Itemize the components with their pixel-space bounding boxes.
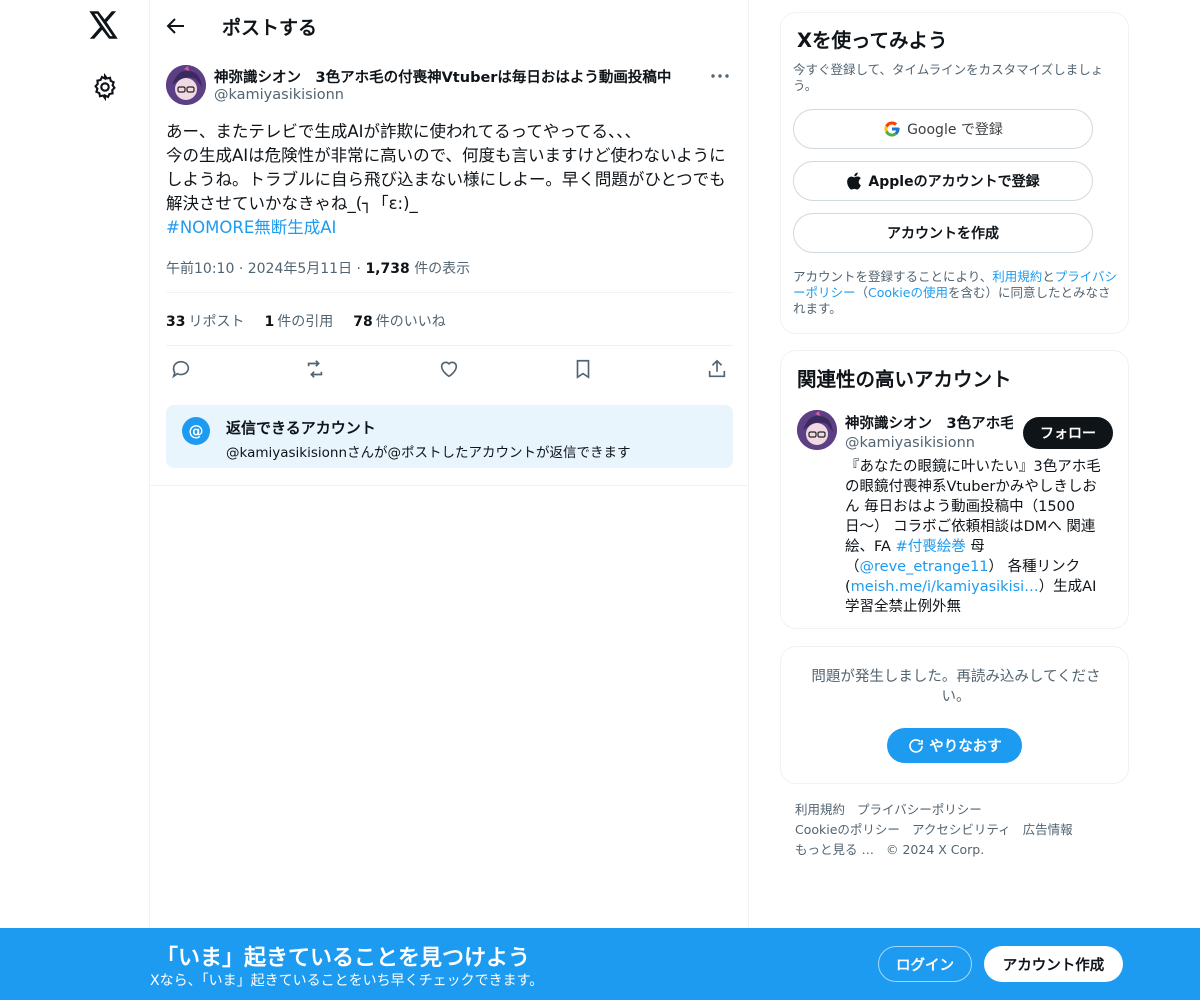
legal-prefix: アカウントを登録することにより、 xyxy=(793,269,993,284)
main-column: ポストする 神弥識シオン 3色アホ毛の付喪神Vtuberは毎日おはよう動画投稿中… xyxy=(150,0,749,1000)
quotes-count: 1 xyxy=(264,314,275,330)
page-title: ポストする xyxy=(222,17,318,39)
share-icon[interactable] xyxy=(702,356,732,382)
copyright: © 2024 X Corp. xyxy=(885,842,985,857)
error-message: 問題が発生しました。再読み込みしてください。 xyxy=(811,669,1101,705)
reposts-label: リポスト xyxy=(188,314,245,330)
create-account-label: アカウントを作成 xyxy=(887,226,999,242)
footer-link[interactable]: Cookieのポリシー xyxy=(795,822,900,837)
bottom-bar-subtitle: Xなら、「いま」起きていることをいち早くチェックできます。 xyxy=(150,973,544,989)
views-count: 1,738 xyxy=(365,261,410,277)
post-hashtag[interactable]: #NOMORE無断生成AI xyxy=(166,216,336,240)
post-stats: 33 リポスト 1 件の引用 78 件のいいね xyxy=(166,311,446,331)
quotes-label: 件の引用 xyxy=(277,314,334,330)
create-account-button[interactable]: アカウントを作成 xyxy=(793,213,1093,253)
likes-count: 78 xyxy=(353,314,373,330)
reply-restriction-box: @ 返信できるアカウント @kamiyasikisionnさんが@ポストしたアカ… xyxy=(166,405,733,468)
footer-link[interactable]: アクセシビリティ xyxy=(912,822,1011,837)
footer-links: 利用規約 プライバシーポリシー Cookieのポリシー アクセシビリティ 広告情報 も… xyxy=(795,800,1115,860)
page-header: ポストする xyxy=(150,0,749,54)
reposts-stat[interactable]: 33 リポスト xyxy=(166,311,244,331)
bio-mention[interactable]: @reve_etrange11 xyxy=(860,559,989,575)
follow-button[interactable]: フォロー xyxy=(1023,417,1113,449)
author-handle[interactable]: @kamiyasikisionn xyxy=(214,87,344,103)
retry-label: やりなおす xyxy=(929,739,1002,755)
footer-link[interactable]: 利用規約 xyxy=(795,802,845,817)
login-button[interactable]: ログイン xyxy=(878,946,972,982)
cookie-link[interactable]: Cookieの使用 xyxy=(868,285,948,300)
gear-icon[interactable] xyxy=(91,72,119,102)
signup-button[interactable]: アカウント作成 xyxy=(984,946,1123,982)
error-card: 問題が発生しました。再読み込みしてください。 やりなおす xyxy=(780,646,1129,784)
post-text: あー、またテレビで生成AIが詐欺に使われてるってやってる、、、 今の生成AIは危… xyxy=(166,122,726,213)
google-icon xyxy=(883,120,901,138)
avatar[interactable] xyxy=(797,410,837,450)
related-card-title: 関連性の高いアカウント xyxy=(797,368,1012,391)
retry-button[interactable]: やりなおす xyxy=(887,728,1022,763)
signup-card-subtitle: 今すぐ登録して、タイムラインをカスタマイズしましょう。 xyxy=(793,62,1104,93)
refresh-icon xyxy=(909,738,924,753)
more-options-icon[interactable] xyxy=(708,66,732,86)
reply-restriction-desc: @kamiyasikisionnさんが@ポストしたアカウントが返信できます xyxy=(226,445,631,461)
post-actions xyxy=(166,356,733,382)
google-signup-label: Google で登録 xyxy=(907,122,1003,138)
left-nav xyxy=(0,0,150,1000)
likes-stat[interactable]: 78 件のいいね xyxy=(353,311,445,331)
reply-icon[interactable] xyxy=(166,356,196,382)
divider xyxy=(166,292,733,293)
views-label: 件の表示 xyxy=(414,261,471,277)
divider xyxy=(150,485,749,486)
legal-and: と xyxy=(1042,269,1055,284)
x-logo-icon[interactable] xyxy=(89,11,121,43)
divider xyxy=(166,345,733,346)
like-icon[interactable] xyxy=(434,356,464,382)
bottom-bar-title: 「いま」起きていることを見つけよう xyxy=(156,946,531,971)
terms-link[interactable]: 利用規約 xyxy=(992,269,1042,284)
signup-card-title: Xを使ってみよう xyxy=(797,29,948,52)
apple-signup-button[interactable]: Appleのアカウントで登録 xyxy=(793,161,1093,201)
related-account-name[interactable]: 神弥識シオン 3色アホ毛の付喪神Vtuberは毎日おはよう動画投稿中 xyxy=(845,412,1013,433)
legal-text: アカウントを登録することにより、利用規約とプライバシーポリシー（Cookieの使… xyxy=(793,269,1121,317)
footer-link[interactable]: プライバシーポリシー xyxy=(857,802,982,817)
signup-card: Xを使ってみよう 今すぐ登録して、タイムラインをカスタマイズしましょう。 Goo… xyxy=(780,12,1129,334)
avatar[interactable] xyxy=(166,65,206,105)
footer-more-link[interactable]: もっと見る … xyxy=(795,842,874,857)
related-account-bio: 『あなたの眼鏡に叶いたい』3色アホ毛の眼鏡付喪神系Vtuberかみやしきしおん … xyxy=(845,457,1109,617)
legal-mid: （ xyxy=(855,285,869,300)
apple-signup-label: Appleのアカウントで登録 xyxy=(868,174,1040,190)
bio-hashtag[interactable]: #付喪絵巻 xyxy=(896,539,966,555)
repost-icon[interactable] xyxy=(300,356,330,382)
likes-label: 件のいいね xyxy=(375,314,446,330)
bottom-signup-bar: 「いま」起きていることを見つけよう Xなら、「いま」起きていることをいち早くチェ… xyxy=(0,928,1200,1000)
footer-link[interactable]: 広告情報 xyxy=(1023,822,1073,837)
related-accounts-card: 関連性の高いアカウント 神弥識シオン 3色アホ毛の付喪神Vtuberは毎日おはよ… xyxy=(780,350,1129,629)
post-time[interactable]: 午前10:10 xyxy=(166,261,234,277)
post-meta: 午前10:10 · 2024年5月11日 · 1,738 件の表示 xyxy=(166,261,471,277)
back-arrow-icon[interactable] xyxy=(164,14,190,40)
google-signup-button[interactable]: Google で登録 xyxy=(793,109,1093,149)
reply-restriction-title: 返信できるアカウント xyxy=(226,419,376,437)
reposts-count: 33 xyxy=(166,314,186,330)
related-account-handle[interactable]: @kamiyasikisionn xyxy=(845,435,975,451)
bookmark-icon[interactable] xyxy=(568,356,598,382)
at-sign-icon: @ xyxy=(182,417,210,445)
quotes-stat[interactable]: 1 件の引用 xyxy=(264,311,333,331)
bio-link[interactable]: meish.me/i/kamiyasikisi… xyxy=(851,579,1039,595)
post-date[interactable]: 2024年5月11日 xyxy=(248,261,352,277)
author-name[interactable]: 神弥識シオン 3色アホ毛の付喪神Vtuberは毎日おはよう動画投稿中 xyxy=(214,66,671,87)
apple-icon xyxy=(846,172,862,190)
